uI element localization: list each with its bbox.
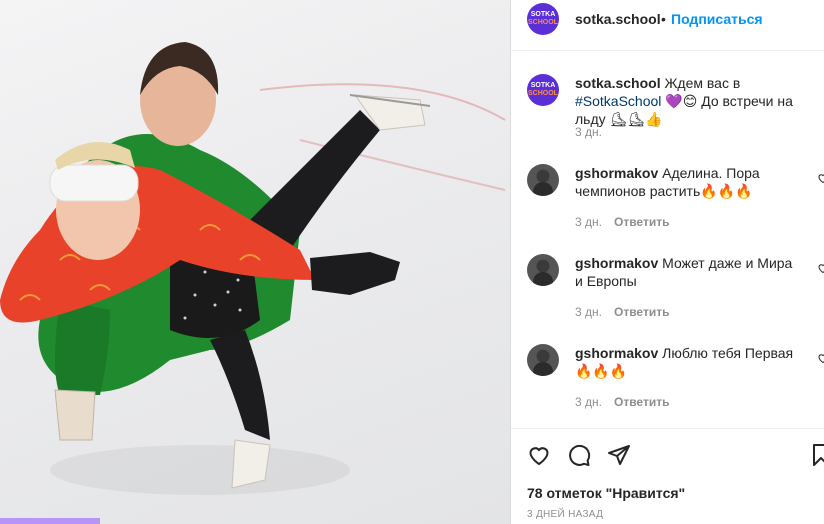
reply-button[interactable]: Ответить <box>614 395 669 409</box>
follow-button[interactable]: Подписаться <box>671 11 763 27</box>
reply-button[interactable]: Ответить <box>614 215 669 229</box>
comment-item: gshormakov Может даже и Мира и Европы 3 … <box>511 252 824 332</box>
heart-icon[interactable] <box>817 352 824 364</box>
post-header: SOTKA SCHOOL sotka.school • Подписаться <box>511 0 824 51</box>
comment-item: gshormakov Аделина. Пора чемпионов расти… <box>511 162 824 242</box>
likes-count[interactable]: 78 отметок "Нравится" <box>527 485 685 501</box>
caption-hashtag[interactable]: #SotkaSchool <box>575 93 661 109</box>
avatar-text-line1: SOTKA <box>530 11 556 18</box>
author-avatar[interactable]: SOTKA SCHOOL <box>527 3 559 35</box>
caption-time: 3 дн. <box>575 125 602 139</box>
header-separator: • <box>661 11 666 27</box>
comment-time: 3 дн. <box>575 215 602 229</box>
post-photo[interactable] <box>0 0 510 524</box>
comment-username[interactable]: gshormakov <box>575 255 658 271</box>
avatar-text-line2: SCHOOL <box>528 19 558 26</box>
heart-icon[interactable] <box>527 443 551 467</box>
post-date: 3 ДНЕЙ НАЗАД <box>527 509 604 520</box>
reply-button[interactable]: Ответить <box>614 305 669 319</box>
heart-icon[interactable] <box>817 172 824 184</box>
commenter-avatar[interactable] <box>527 344 559 376</box>
caption-text-before: Ждем вас в <box>664 75 741 91</box>
post-sidebar: SOTKA SCHOOL sotka.school • Подписаться … <box>510 0 824 524</box>
comment-body: gshormakov Люблю тебя Первая 🔥🔥🔥 <box>575 344 795 380</box>
comment-item: gshormakov Люблю тебя Первая 🔥🔥🔥 3 дн. О… <box>511 342 824 422</box>
comment-body: gshormakov Аделина. Пора чемпионов расти… <box>575 164 765 200</box>
comment-time: 3 дн. <box>575 305 602 319</box>
caption-username[interactable]: sotka.school <box>575 75 661 91</box>
bookmark-icon[interactable] <box>809 443 824 467</box>
avatar-text-line1: SOTKA <box>530 82 556 89</box>
comment-body: gshormakov Может даже и Мира и Европы <box>575 254 795 290</box>
comment-username[interactable]: gshormakov <box>575 345 658 361</box>
avatar-text-line2: SCHOOL <box>528 90 558 97</box>
photo-illustration <box>0 42 506 524</box>
heart-icon[interactable] <box>817 262 824 274</box>
author-username[interactable]: sotka.school <box>575 11 661 27</box>
comment-username[interactable]: gshormakov <box>575 165 658 181</box>
comment-time: 3 дн. <box>575 395 602 409</box>
caption-avatar[interactable]: SOTKA SCHOOL <box>527 74 559 106</box>
commenter-avatar[interactable] <box>527 164 559 196</box>
paper-plane-icon[interactable] <box>607 443 631 467</box>
caption-body: sotka.school Ждем вас в #SotkaSchool 💜😊 … <box>575 74 824 128</box>
comment-icon[interactable] <box>567 443 591 467</box>
post-actions: 78 отметок "Нравится" 3 ДНЕЙ НАЗАД <box>511 428 824 524</box>
commenter-avatar[interactable] <box>527 254 559 286</box>
